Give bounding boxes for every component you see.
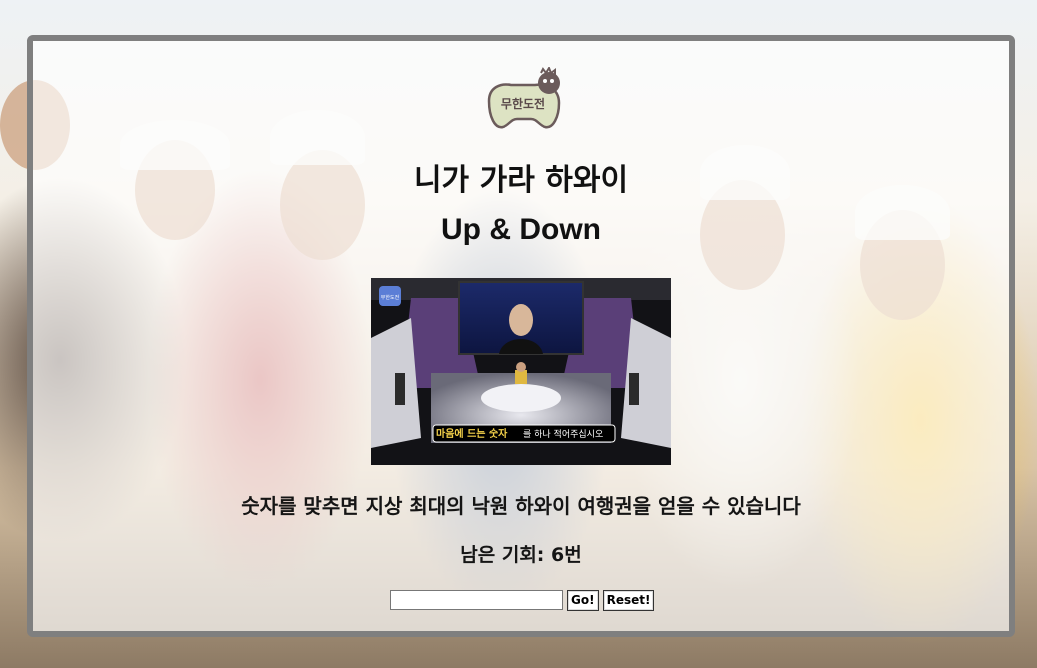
corner-logo-text: 무한도전 [381,294,400,301]
page-subtitle: Up & Down [441,213,601,246]
infinite-challenge-logo: 무한도전 [487,67,561,129]
guess-input[interactable] [390,590,563,610]
game-panel: 무한도전 니가 가라 하와이 Up & Down 무한도전 마음에 드는 숫자 … [27,35,1015,637]
tv-scene-image: 무한도전 마음에 드는 숫자 를 하나 적어주십시오 [371,278,671,465]
prize-description: 숫자를 맞추면 지상 최대의 낙원 하와이 여행권을 얻을 수 있습니다 [241,494,801,518]
go-button[interactable]: Go! [567,589,599,611]
remaining-chances: 남은 기회: 6번 [460,544,582,566]
show-screenshot: 무한도전 마음에 드는 숫자 를 하나 적어주십시오 [371,278,671,465]
guess-controls: Go! Reset! [390,589,655,611]
reset-button[interactable]: Reset! [602,589,655,611]
logo-text: 무한도전 [501,96,545,111]
page-title: 니가 가라 하와이 [413,163,629,198]
caption-highlight: 마음에 드는 숫자 [436,427,508,440]
caption-rest: 를 하나 적어주십시오 [523,428,603,440]
